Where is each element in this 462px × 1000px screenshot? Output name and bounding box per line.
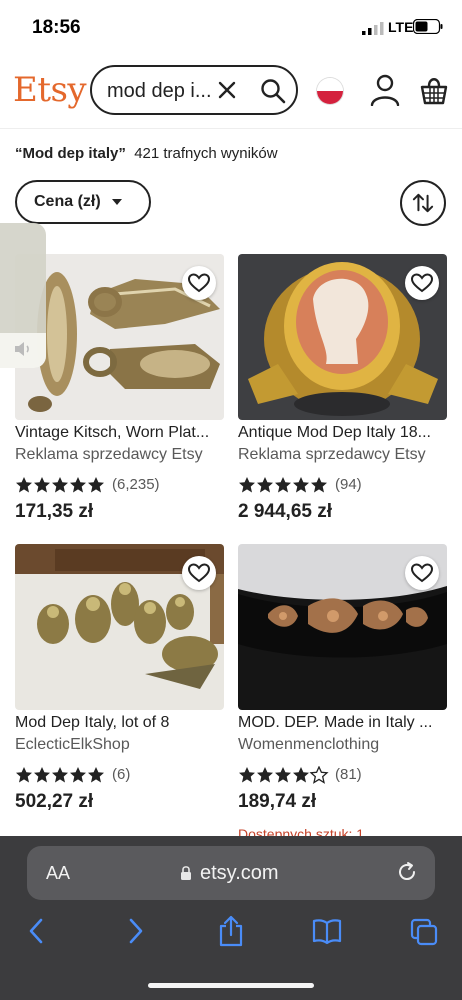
heart-icon[interactable] bbox=[405, 266, 439, 300]
product-price: 189,74 zł bbox=[238, 791, 317, 812]
clear-search-icon[interactable] bbox=[217, 80, 237, 100]
review-count: (94) bbox=[335, 476, 362, 493]
reader-options-button[interactable]: AA bbox=[46, 863, 70, 884]
reload-icon[interactable] bbox=[396, 861, 418, 883]
status-bar: 18:56 LTE bbox=[0, 0, 462, 56]
cart-icon[interactable] bbox=[420, 74, 448, 106]
home-indicator bbox=[148, 983, 314, 988]
product-card[interactable]: Vintage Kitsch, Worn Plat... Reklama spr… bbox=[15, 254, 224, 544]
heart-icon[interactable] bbox=[182, 266, 216, 300]
caret-down-icon bbox=[112, 199, 122, 205]
product-title[interactable]: MOD. DEP. Made in Italy ... bbox=[238, 714, 447, 732]
price-filter-button[interactable]: Cena (zł) bbox=[15, 180, 151, 224]
url-text[interactable]: etsy.com bbox=[200, 862, 279, 885]
sort-button[interactable] bbox=[400, 180, 446, 226]
forward-icon[interactable] bbox=[120, 915, 150, 947]
results-summary: “Mod dep italy” 421 trafnych wyników bbox=[15, 145, 278, 162]
product-title[interactable]: Mod Dep Italy, lot of 8 bbox=[15, 714, 224, 732]
product-price: 171,35 zł bbox=[15, 501, 94, 522]
bookmarks-icon[interactable] bbox=[312, 915, 342, 947]
product-image[interactable] bbox=[238, 544, 447, 710]
product-card[interactable]: Mod Dep Italy, lot of 8 EclecticElkShop … bbox=[15, 544, 224, 834]
results-count: 421 trafnych wyników bbox=[134, 145, 278, 162]
product-price: 502,27 zł bbox=[15, 791, 94, 812]
search-input[interactable]: mod dep i... bbox=[107, 80, 212, 103]
network-label: LTE bbox=[388, 19, 414, 35]
product-card[interactable]: Antique Mod Dep Italy 18... Reklama sprz… bbox=[238, 254, 447, 544]
tabs-icon[interactable] bbox=[409, 915, 439, 947]
price-filter-label: Cena (zł) bbox=[34, 193, 101, 210]
product-title[interactable]: Vintage Kitsch, Worn Plat... bbox=[15, 424, 224, 442]
review-count: (6) bbox=[112, 766, 131, 783]
product-shop: EclecticElkShop bbox=[15, 736, 130, 753]
flag-icon[interactable] bbox=[317, 78, 343, 104]
search-icon[interactable] bbox=[260, 78, 286, 104]
product-shop: Womenmenclothing bbox=[238, 736, 380, 753]
product-image[interactable] bbox=[15, 254, 224, 420]
etsy-logo[interactable]: Etsy bbox=[13, 70, 87, 110]
lock-icon bbox=[181, 866, 191, 880]
rating-stars bbox=[239, 766, 329, 784]
signal-icon bbox=[362, 22, 384, 35]
heart-icon[interactable] bbox=[405, 556, 439, 590]
results-query: “Mod dep italy” bbox=[15, 145, 126, 162]
product-card[interactable]: MOD. DEP. Made in Italy ... Womenmenclot… bbox=[238, 544, 447, 842]
product-shop: Reklama sprzedawcy Etsy bbox=[238, 446, 426, 463]
product-shop: Reklama sprzedawcy Etsy bbox=[15, 446, 203, 463]
share-icon[interactable] bbox=[216, 915, 246, 947]
battery-icon bbox=[413, 19, 443, 34]
heart-icon[interactable] bbox=[182, 556, 216, 590]
product-image[interactable] bbox=[238, 254, 447, 420]
status-time: 18:56 bbox=[32, 17, 81, 38]
rating-stars bbox=[16, 477, 104, 493]
speaker-icon bbox=[15, 342, 29, 356]
back-icon[interactable] bbox=[22, 915, 52, 947]
rating-stars bbox=[239, 477, 327, 493]
user-icon[interactable] bbox=[370, 74, 400, 106]
search-bar[interactable]: mod dep i... bbox=[90, 65, 298, 115]
product-image[interactable] bbox=[15, 544, 224, 710]
product-title[interactable]: Antique Mod Dep Italy 18... bbox=[238, 424, 447, 442]
rating-stars bbox=[16, 767, 104, 783]
product-price: 2 944,65 zł bbox=[238, 501, 333, 522]
header-divider bbox=[0, 128, 462, 129]
volume-overlay bbox=[0, 223, 46, 368]
review-count: (6,235) bbox=[112, 476, 160, 493]
review-count: (81) bbox=[335, 766, 362, 783]
